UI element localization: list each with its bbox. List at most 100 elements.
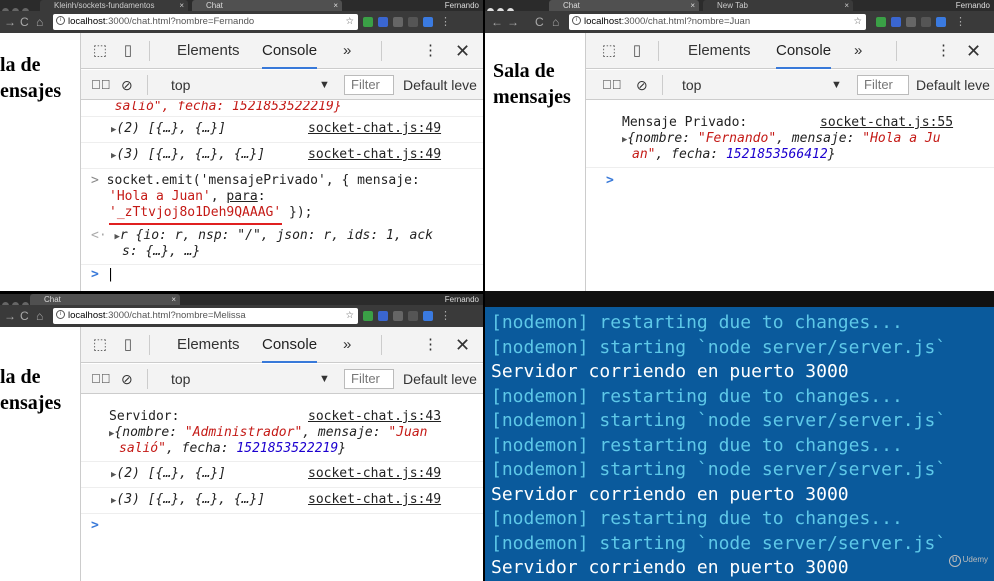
source-link[interactable]: socket-chat.js:43 (308, 409, 483, 425)
console-prompt[interactable]: > | (91, 267, 483, 283)
menu-icon[interactable]: ⋮ (440, 14, 451, 30)
chevron-down-icon[interactable]: ▼ (831, 70, 842, 100)
menu-icon[interactable]: ⋮ (440, 308, 451, 324)
extension-icon[interactable] (393, 311, 403, 321)
url-field[interactable]: i localhost:3000/chat.html?nombre=Juan ☆ (569, 14, 866, 30)
levels-select[interactable]: Default leve (916, 70, 990, 100)
filter-input[interactable]: Filter (344, 369, 394, 389)
inspect-icon[interactable]: ⬚ (600, 42, 618, 60)
tab-chat[interactable]: Chat × (549, 0, 699, 11)
reload-icon[interactable]: C (20, 14, 29, 30)
log-object[interactable]: ▶{nombre: "Fernando", mensaje: "Hola a J… (622, 131, 994, 148)
close-icon[interactable]: × (690, 0, 695, 11)
tab-console[interactable]: Console (776, 33, 832, 69)
context-select[interactable]: top (171, 70, 190, 100)
extension-icon[interactable] (423, 17, 433, 27)
kebab-menu-icon[interactable]: ⋮ (423, 33, 438, 69)
tab-chat[interactable]: Chat × (30, 294, 180, 305)
result-line[interactable]: <· ▶r {io: r, nsp: "/", json: r, ids: 1,… (91, 228, 483, 245)
menu-icon[interactable]: ⋮ (955, 14, 966, 30)
close-icon[interactable]: ✕ (966, 33, 981, 69)
forward-icon[interactable]: → (4, 14, 16, 30)
sidebar-toggle-icon[interactable]: ▶⃞ (91, 70, 111, 100)
profile-name[interactable]: Fernando (445, 294, 479, 305)
levels-select[interactable]: Default leve (403, 70, 477, 100)
info-icon[interactable]: i (56, 309, 65, 319)
star-icon[interactable]: ☆ (345, 308, 354, 324)
extension-icon[interactable] (906, 17, 916, 27)
console-prompt[interactable]: > (606, 173, 994, 189)
kebab-menu-icon[interactable]: ⋮ (936, 33, 951, 69)
tab-new[interactable]: New Tab × (703, 0, 853, 11)
tab-github[interactable]: Kleinh/sockets-fundamentos × (40, 0, 188, 11)
kebab-menu-icon[interactable]: ⋮ (423, 327, 438, 363)
close-icon[interactable]: × (179, 0, 184, 11)
tab-chat[interactable]: Chat × (192, 0, 342, 11)
reload-icon[interactable]: C (20, 308, 29, 324)
extension-icon[interactable] (363, 311, 373, 321)
home-icon[interactable]: ⌂ (36, 308, 43, 324)
url-field[interactable]: i localhost:3000/chat.html?nombre=Melissa… (53, 308, 358, 324)
tab-console[interactable]: Console (262, 33, 318, 69)
device-toolbar-icon[interactable]: ▯ (119, 42, 137, 60)
tab-elements[interactable]: Elements (177, 33, 240, 69)
context-select[interactable]: top (682, 70, 701, 100)
extension-icon[interactable] (921, 17, 931, 27)
source-link[interactable]: socket-chat.js:49 (308, 492, 483, 508)
close-icon[interactable]: × (333, 0, 338, 11)
more-tabs-button[interactable]: » (343, 327, 351, 363)
filter-input[interactable]: Filter (857, 75, 909, 95)
extension-icon[interactable] (891, 17, 901, 27)
filter-input[interactable]: Filter (344, 75, 394, 95)
info-icon[interactable]: i (56, 15, 65, 25)
forward-icon[interactable]: → (507, 14, 519, 30)
close-icon[interactable]: ✕ (455, 327, 470, 363)
extension-icon[interactable] (876, 17, 886, 27)
source-link[interactable]: socket-chat.js:49 (308, 121, 483, 137)
tab-console[interactable]: Console (262, 327, 318, 363)
extension-icon[interactable] (423, 311, 433, 321)
terminal[interactable]: [nodemon] restarting due to changes... [n… (485, 307, 994, 581)
chevron-down-icon[interactable]: ▼ (319, 70, 330, 100)
clear-console-icon[interactable]: ⊘ (636, 70, 648, 100)
home-icon[interactable]: ⌂ (552, 14, 559, 30)
device-toolbar-icon[interactable]: ▯ (628, 42, 646, 60)
info-icon[interactable]: i (572, 15, 581, 25)
source-link[interactable]: socket-chat.js:49 (308, 466, 483, 482)
levels-select[interactable]: Default leve (403, 364, 477, 394)
reload-icon[interactable]: C (535, 14, 544, 30)
source-link[interactable]: socket-chat.js:55 (820, 115, 994, 131)
forward-icon[interactable]: → (4, 308, 16, 324)
sidebar-toggle-icon[interactable]: ▶⃞ (602, 70, 622, 100)
extension-icon[interactable] (408, 17, 418, 27)
home-icon[interactable]: ⌂ (36, 14, 43, 30)
clear-console-icon[interactable]: ⊘ (121, 364, 133, 394)
extension-icon[interactable] (393, 17, 403, 27)
console-prompt[interactable]: > (91, 518, 483, 534)
more-tabs-button[interactable]: » (854, 33, 862, 69)
profile-name[interactable]: Fernando (445, 0, 479, 11)
more-tabs-button[interactable]: » (343, 33, 351, 69)
context-select[interactable]: top (171, 364, 190, 394)
close-icon[interactable]: × (844, 0, 849, 11)
inspect-icon[interactable]: ⬚ (91, 42, 109, 60)
log-object[interactable]: ▶{nombre: "Administrador", mensaje: "Jua… (109, 425, 483, 442)
star-icon[interactable]: ☆ (853, 14, 862, 30)
url-field[interactable]: i localhost:3000/chat.html?nombre=Fernand… (53, 14, 358, 30)
tab-elements[interactable]: Elements (177, 327, 240, 363)
extension-icon[interactable] (363, 17, 373, 27)
star-icon[interactable]: ☆ (345, 14, 354, 30)
back-icon[interactable]: ← (491, 14, 503, 30)
inspect-icon[interactable]: ⬚ (91, 336, 109, 354)
extension-icon[interactable] (408, 311, 418, 321)
source-link[interactable]: socket-chat.js:49 (308, 147, 483, 163)
extension-icon[interactable] (936, 17, 946, 27)
clear-console-icon[interactable]: ⊘ (121, 70, 133, 100)
tab-elements[interactable]: Elements (688, 33, 751, 69)
device-toolbar-icon[interactable]: ▯ (119, 336, 137, 354)
chevron-down-icon[interactable]: ▼ (319, 364, 330, 394)
sidebar-toggle-icon[interactable]: ▶⃞ (91, 364, 111, 394)
extension-icon[interactable] (378, 311, 388, 321)
close-icon[interactable]: × (171, 294, 176, 305)
close-icon[interactable]: ✕ (455, 33, 470, 69)
